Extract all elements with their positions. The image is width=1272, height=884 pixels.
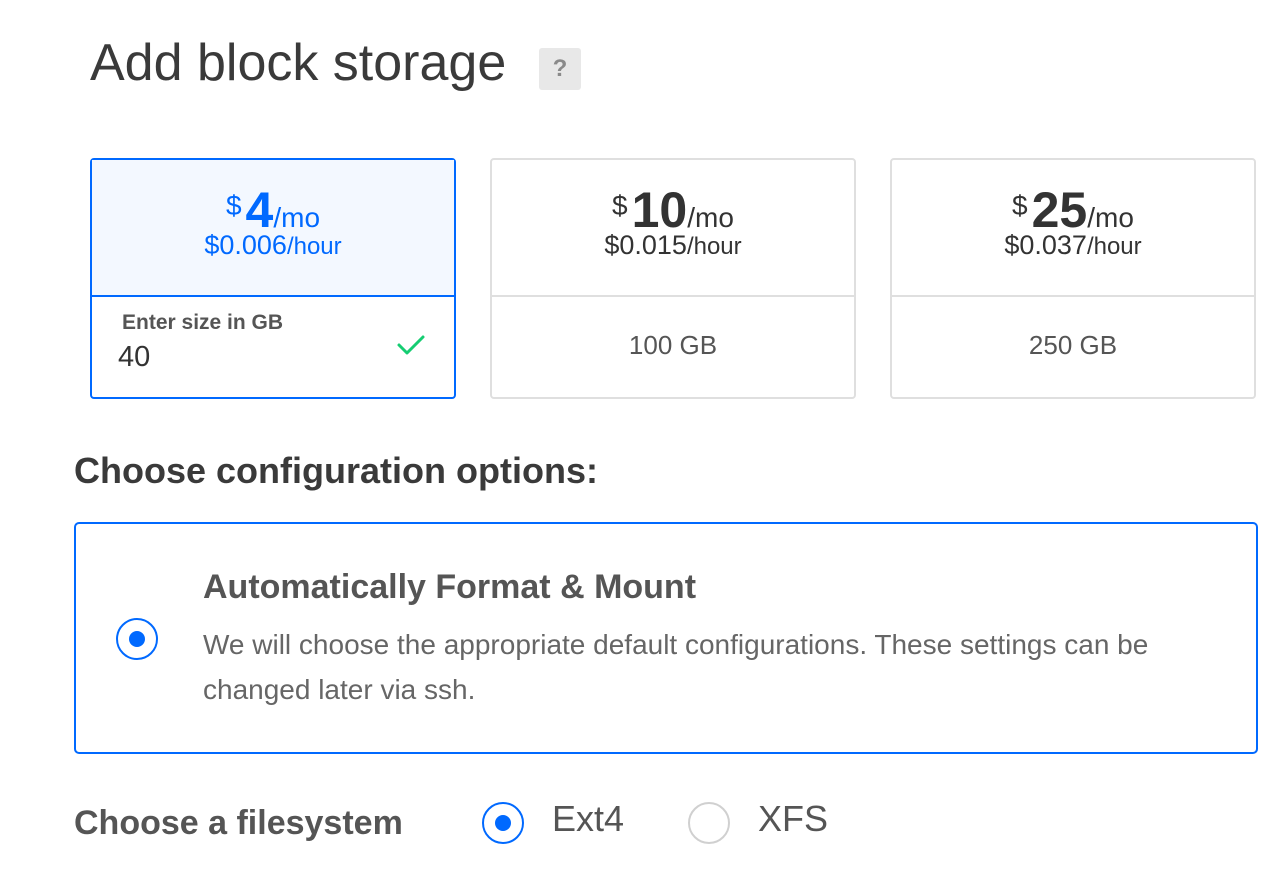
plan-price-panel: $10/mo $0.015/hour <box>492 160 854 297</box>
auto-format-radio[interactable] <box>116 618 158 660</box>
xfs-radio[interactable] <box>688 802 730 844</box>
hourly-amount: $0.006 <box>204 230 287 260</box>
plan-size: 100 GB <box>628 330 718 360</box>
plan-hourly-price: $0.037/hour <box>892 228 1254 264</box>
hourly-amount: $0.037 <box>1004 230 1087 260</box>
config-section-title: Choose configuration options: <box>74 450 598 491</box>
config-option-title: Automatically Format & Mount <box>203 568 697 606</box>
filesystem-label: Choose a filesystem <box>74 804 403 842</box>
plan-price-panel: $25/mo $0.037/hour <box>892 160 1254 297</box>
plan-card-25[interactable]: $25/mo $0.037/hour 250 GB <box>890 158 1256 399</box>
auto-format-mount-option[interactable]: Automatically Format & Mount We will cho… <box>74 522 1258 754</box>
help-icon[interactable]: ? <box>539 48 581 90</box>
size-input[interactable] <box>118 339 368 375</box>
page: Add block storage ? $4/mo $0.006/hour En… <box>0 0 1272 884</box>
hourly-amount: $0.015 <box>604 230 687 260</box>
xfs-label[interactable]: XFS <box>758 798 828 840</box>
checkmark-icon <box>397 335 425 355</box>
hourly-unit: /hour <box>1086 233 1142 260</box>
config-option-description: We will choose the appropriate default c… <box>203 629 1149 705</box>
plan-hourly-price: $0.015/hour <box>492 228 854 264</box>
currency-symbol: $ <box>225 190 242 221</box>
plan-size: 250 GB <box>1028 330 1118 360</box>
size-entry: Enter size in GB <box>92 297 454 397</box>
currency-symbol: $ <box>612 190 628 221</box>
plan-monthly-price: $25/mo <box>892 178 1254 238</box>
ext4-radio[interactable] <box>482 802 524 844</box>
plan-price-panel: $4/mo $0.006/hour <box>92 160 454 297</box>
plan-card-10[interactable]: $10/mo $0.015/hour 100 GB <box>490 158 856 399</box>
page-title: Add block storage <box>90 34 507 92</box>
hourly-unit: /hour <box>686 233 742 260</box>
plan-monthly-price: $4/mo <box>92 178 454 238</box>
plan-card-4[interactable]: $4/mo $0.006/hour Enter size in GB <box>90 158 456 399</box>
hourly-unit: /hour <box>286 233 342 260</box>
plan-monthly-price: $10/mo <box>492 178 854 238</box>
ext4-label[interactable]: Ext4 <box>552 798 624 840</box>
currency-symbol: $ <box>1012 190 1028 221</box>
plan-hourly-price: $0.006/hour <box>92 228 454 264</box>
size-input-label: Enter size in GB <box>122 311 284 334</box>
